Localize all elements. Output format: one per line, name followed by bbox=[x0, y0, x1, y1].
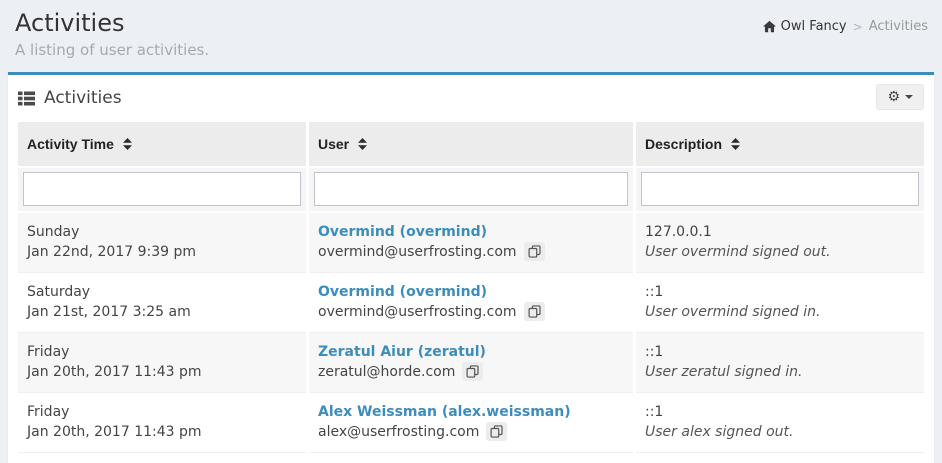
table-row: Sunday Jan 22nd, 2017 9:39 pm Overmind (… bbox=[18, 212, 924, 273]
panel-header: Activities ⚙ bbox=[8, 75, 934, 120]
ip-address: ::1 bbox=[645, 343, 664, 360]
clone-icon bbox=[466, 365, 479, 378]
user-email: alex@userfrosting.com bbox=[318, 423, 480, 440]
activities-table: Activity Time User Description Sunday Ja… bbox=[15, 121, 927, 453]
user-link[interactable]: Zeratul Aiur (zeratul) bbox=[318, 344, 486, 360]
clone-icon bbox=[528, 245, 541, 258]
activity-description: User overmind signed in. bbox=[645, 303, 821, 320]
activity-description: User alex signed out. bbox=[645, 423, 794, 440]
table-row: Saturday Jan 21st, 2017 3:25 am Overmind… bbox=[18, 272, 924, 333]
panel-title-label: Activities bbox=[44, 88, 122, 108]
gear-icon: ⚙ bbox=[887, 89, 900, 105]
activity-date: Jan 22nd, 2017 9:39 pm bbox=[27, 243, 196, 260]
panel-title: Activities bbox=[18, 88, 122, 108]
table-row: Friday Jan 20th, 2017 11:43 pm Zeratul A… bbox=[18, 332, 924, 393]
activities-panel: Activities ⚙ Activity Time User Descript… bbox=[8, 72, 934, 463]
ip-address: ::1 bbox=[645, 403, 664, 420]
breadcrumb-home-link[interactable]: Owl Fancy bbox=[762, 19, 847, 34]
copy-email-button[interactable] bbox=[486, 422, 508, 441]
column-header-user[interactable]: User bbox=[309, 121, 633, 168]
activity-day: Friday bbox=[27, 343, 70, 360]
activity-day: Sunday bbox=[27, 223, 80, 240]
copy-email-button[interactable] bbox=[462, 362, 484, 381]
activity-time-cell: Friday Jan 20th, 2017 11:43 pm bbox=[18, 392, 306, 453]
filter-input-description[interactable] bbox=[641, 171, 919, 206]
breadcrumb: Owl Fancy > Activities bbox=[762, 19, 928, 34]
table-header-row: Activity Time User Description bbox=[18, 121, 924, 168]
activity-time-cell: Friday Jan 20th, 2017 11:43 pm bbox=[18, 332, 306, 393]
table-settings-button[interactable]: ⚙ bbox=[876, 84, 924, 110]
table-row: Friday Jan 20th, 2017 11:43 pm Alex Weis… bbox=[18, 392, 924, 453]
panel-body: Activity Time User Description Sunday Ja… bbox=[8, 120, 934, 453]
panel-tools: ⚙ bbox=[876, 84, 924, 110]
user-cell: Zeratul Aiur (zeratul) zeratul@horde.com bbox=[309, 332, 633, 393]
breadcrumb-separator: > bbox=[852, 19, 863, 34]
user-link[interactable]: Overmind (overmind) bbox=[318, 224, 487, 240]
column-label: Activity Time bbox=[27, 135, 114, 152]
description-cell: ::1 User zeratul signed in. bbox=[636, 332, 924, 393]
page-subtitle: A listing of user activities. bbox=[15, 41, 210, 59]
content-header: Activities A listing of user activities.… bbox=[0, 0, 942, 69]
ip-address: ::1 bbox=[645, 283, 664, 300]
user-cell: Overmind (overmind) overmind@userfrostin… bbox=[309, 212, 633, 273]
copy-email-button[interactable] bbox=[523, 242, 545, 261]
activity-time-cell: Sunday Jan 22nd, 2017 9:39 pm bbox=[18, 212, 306, 273]
breadcrumb-current: Activities bbox=[868, 19, 928, 34]
copy-email-button[interactable] bbox=[523, 302, 545, 321]
activity-time-cell: Saturday Jan 21st, 2017 3:25 am bbox=[18, 272, 306, 333]
user-link[interactable]: Overmind (overmind) bbox=[318, 284, 487, 300]
column-header-description[interactable]: Description bbox=[636, 121, 924, 168]
user-cell: Alex Weissman (alex.weissman) alex@userf… bbox=[309, 392, 633, 453]
sort-icon bbox=[730, 137, 740, 150]
filter-input-activity-time[interactable] bbox=[23, 171, 301, 206]
ip-address: 127.0.0.1 bbox=[645, 223, 712, 240]
description-cell: 127.0.0.1 User overmind signed out. bbox=[636, 212, 924, 273]
activity-date: Jan 20th, 2017 11:43 pm bbox=[27, 423, 202, 440]
column-label: Description bbox=[645, 135, 723, 152]
table-filter-row bbox=[18, 167, 924, 213]
activity-date: Jan 20th, 2017 11:43 pm bbox=[27, 363, 202, 380]
user-email: zeratul@horde.com bbox=[318, 363, 456, 380]
caret-down-icon bbox=[905, 95, 913, 99]
user-cell: Overmind (overmind) overmind@userfrostin… bbox=[309, 272, 633, 333]
activity-day: Saturday bbox=[27, 283, 91, 300]
activity-date: Jan 21st, 2017 3:25 am bbox=[27, 303, 191, 320]
breadcrumb-root-label: Owl Fancy bbox=[780, 19, 847, 34]
description-cell: ::1 User overmind signed in. bbox=[636, 272, 924, 333]
activity-description: User zeratul signed in. bbox=[645, 363, 803, 380]
user-email: overmind@userfrosting.com bbox=[318, 243, 517, 260]
column-header-activity-time[interactable]: Activity Time bbox=[18, 121, 306, 168]
sort-icon bbox=[358, 137, 368, 150]
clone-icon bbox=[490, 425, 503, 438]
filter-input-user[interactable] bbox=[314, 171, 628, 206]
activity-day: Friday bbox=[27, 403, 70, 420]
user-link[interactable]: Alex Weissman (alex.weissman) bbox=[318, 404, 571, 420]
column-label: User bbox=[318, 135, 350, 152]
user-email: overmind@userfrosting.com bbox=[318, 303, 517, 320]
th-list-icon bbox=[18, 91, 35, 105]
sort-icon bbox=[122, 137, 132, 150]
activities-table-body: Sunday Jan 22nd, 2017 9:39 pm Overmind (… bbox=[18, 212, 924, 453]
description-cell: ::1 User alex signed out. bbox=[636, 392, 924, 453]
clone-icon bbox=[528, 305, 541, 318]
activity-description: User overmind signed out. bbox=[645, 243, 831, 260]
home-icon bbox=[762, 20, 776, 33]
